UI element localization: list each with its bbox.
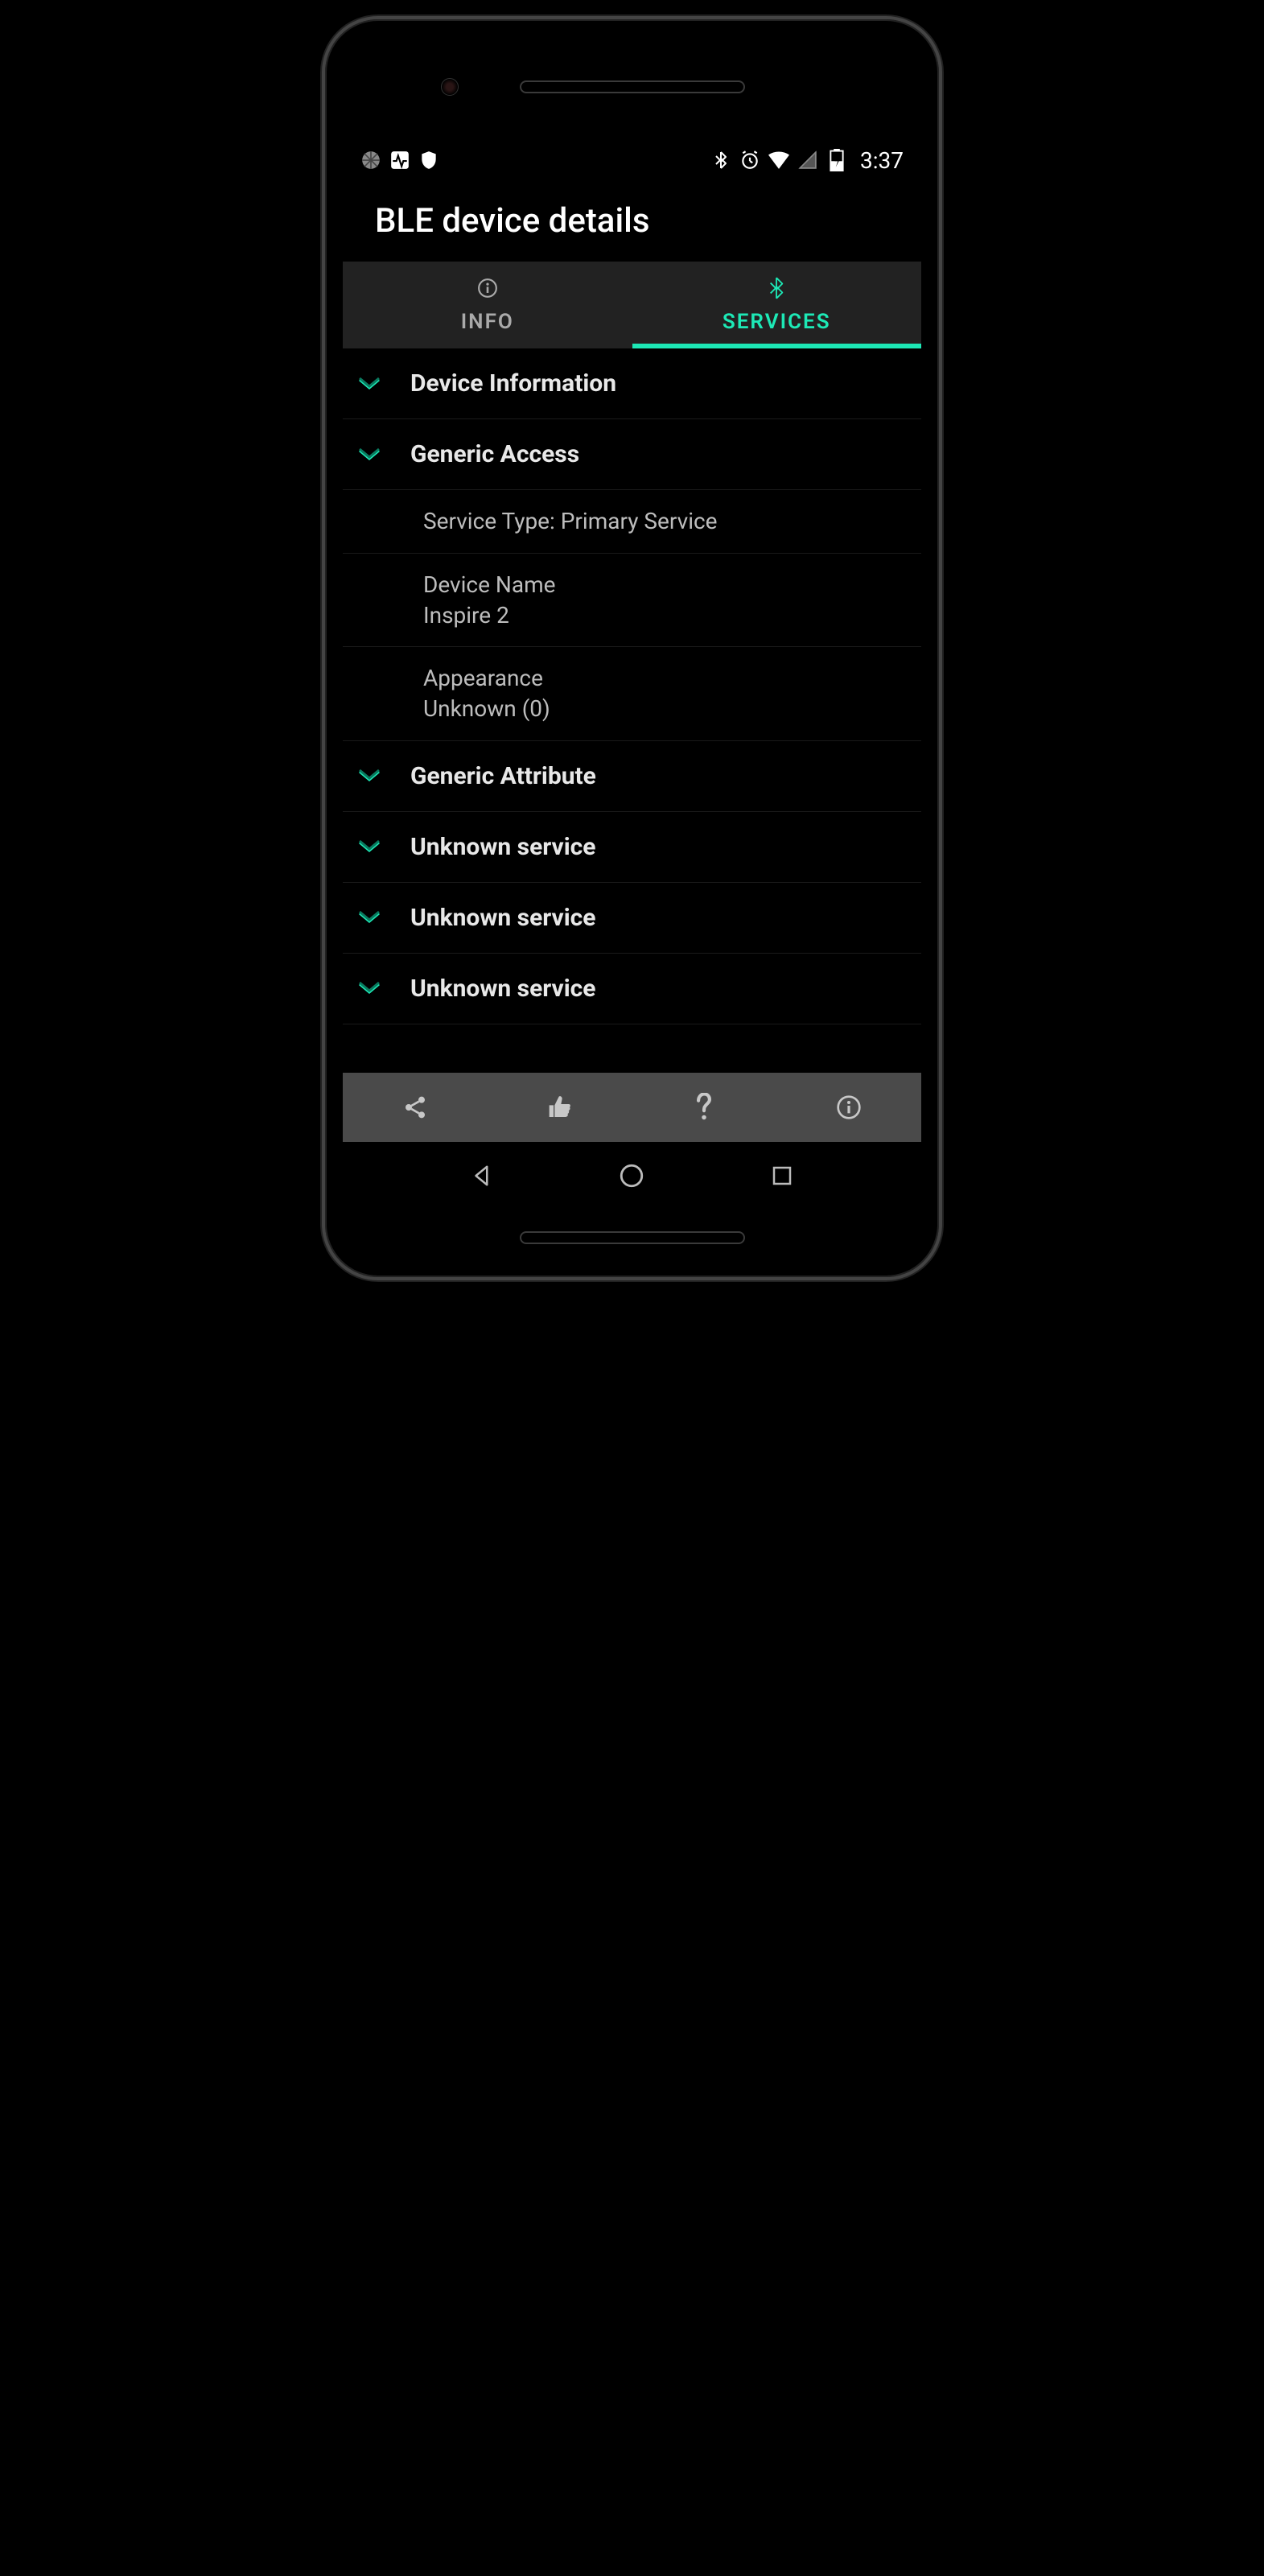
screen: 3:37 BLE device details INFO SERVICES (343, 143, 921, 1210)
characteristic-appearance[interactable]: Appearance Unknown (0) (343, 647, 921, 741)
bluetooth-icon (710, 150, 731, 171)
share-button[interactable] (343, 1073, 488, 1142)
like-button[interactable] (488, 1073, 632, 1142)
chevron-down-icon (357, 976, 381, 1000)
service-title: Unknown service (410, 975, 596, 1003)
activity-icon (389, 150, 410, 171)
tab-services-label: SERVICES (723, 310, 831, 334)
service-title: Unknown service (410, 904, 596, 932)
shield-icon (418, 150, 439, 171)
battery-icon (826, 150, 847, 171)
characteristic-service-type[interactable]: Service Type: Primary Service (343, 490, 921, 554)
spinner-icon (360, 150, 381, 171)
service-title: Device Information (410, 369, 616, 398)
service-generic-access[interactable]: Generic Access (343, 419, 921, 490)
detail-line: Service Type: Primary Service (423, 506, 907, 537)
service-unknown-1[interactable]: Unknown service (343, 812, 921, 883)
phone-bottom-bezel (336, 1210, 928, 1266)
tab-info-label: INFO (461, 310, 514, 334)
detail-line: Device Name (423, 570, 907, 600)
service-device-information[interactable]: Device Information (343, 348, 921, 419)
chevron-down-icon (357, 443, 381, 467)
phone-top-bezel (336, 31, 928, 143)
service-title: Unknown service (410, 833, 596, 861)
chevron-down-icon (357, 372, 381, 396)
status-clock: 3:37 (860, 147, 904, 174)
services-list[interactable]: Device Information Generic Access Servic… (343, 348, 921, 1073)
wifi-icon (768, 150, 789, 171)
service-title: Generic Access (410, 440, 579, 468)
bluetooth-icon (768, 278, 785, 299)
service-unknown-2[interactable]: Unknown service (343, 883, 921, 954)
characteristic-device-name[interactable]: Device Name Inspire 2 (343, 554, 921, 648)
app-bar: BLE device details (343, 177, 921, 262)
detail-line: Appearance (423, 663, 907, 694)
service-title: Generic Attribute (410, 762, 596, 790)
front-camera (441, 78, 459, 96)
status-left (360, 150, 439, 171)
detail-value: Unknown (0) (423, 694, 907, 724)
earpiece-speaker (520, 80, 745, 93)
question-icon (694, 1093, 714, 1122)
tab-bar: INFO SERVICES (343, 262, 921, 348)
info-button[interactable] (776, 1073, 921, 1142)
recents-button[interactable] (768, 1161, 797, 1190)
detail-value: Inspire 2 (423, 600, 907, 631)
status-right: 3:37 (710, 147, 904, 174)
page-title: BLE device details (375, 201, 897, 241)
alarm-icon (739, 150, 760, 171)
thumbs-up-icon (546, 1094, 574, 1120)
chevron-down-icon (357, 835, 381, 859)
info-icon (477, 278, 498, 299)
help-button[interactable] (632, 1073, 777, 1142)
chevron-down-icon (357, 905, 381, 929)
home-button[interactable] (617, 1161, 646, 1190)
bottom-toolbar (343, 1073, 921, 1142)
tab-services[interactable]: SERVICES (632, 262, 922, 348)
signal-icon (797, 150, 818, 171)
phone-frame: 3:37 BLE device details INFO SERVICES (322, 16, 942, 1280)
back-button[interactable] (467, 1161, 496, 1190)
info-icon (836, 1094, 862, 1120)
bottom-speaker (520, 1231, 745, 1244)
tab-info[interactable]: INFO (343, 262, 632, 348)
android-nav-bar (343, 1142, 921, 1210)
share-icon (402, 1094, 428, 1120)
chevron-down-icon (357, 764, 381, 788)
service-generic-attribute[interactable]: Generic Attribute (343, 741, 921, 812)
status-bar: 3:37 (343, 143, 921, 177)
service-unknown-3[interactable]: Unknown service (343, 954, 921, 1024)
